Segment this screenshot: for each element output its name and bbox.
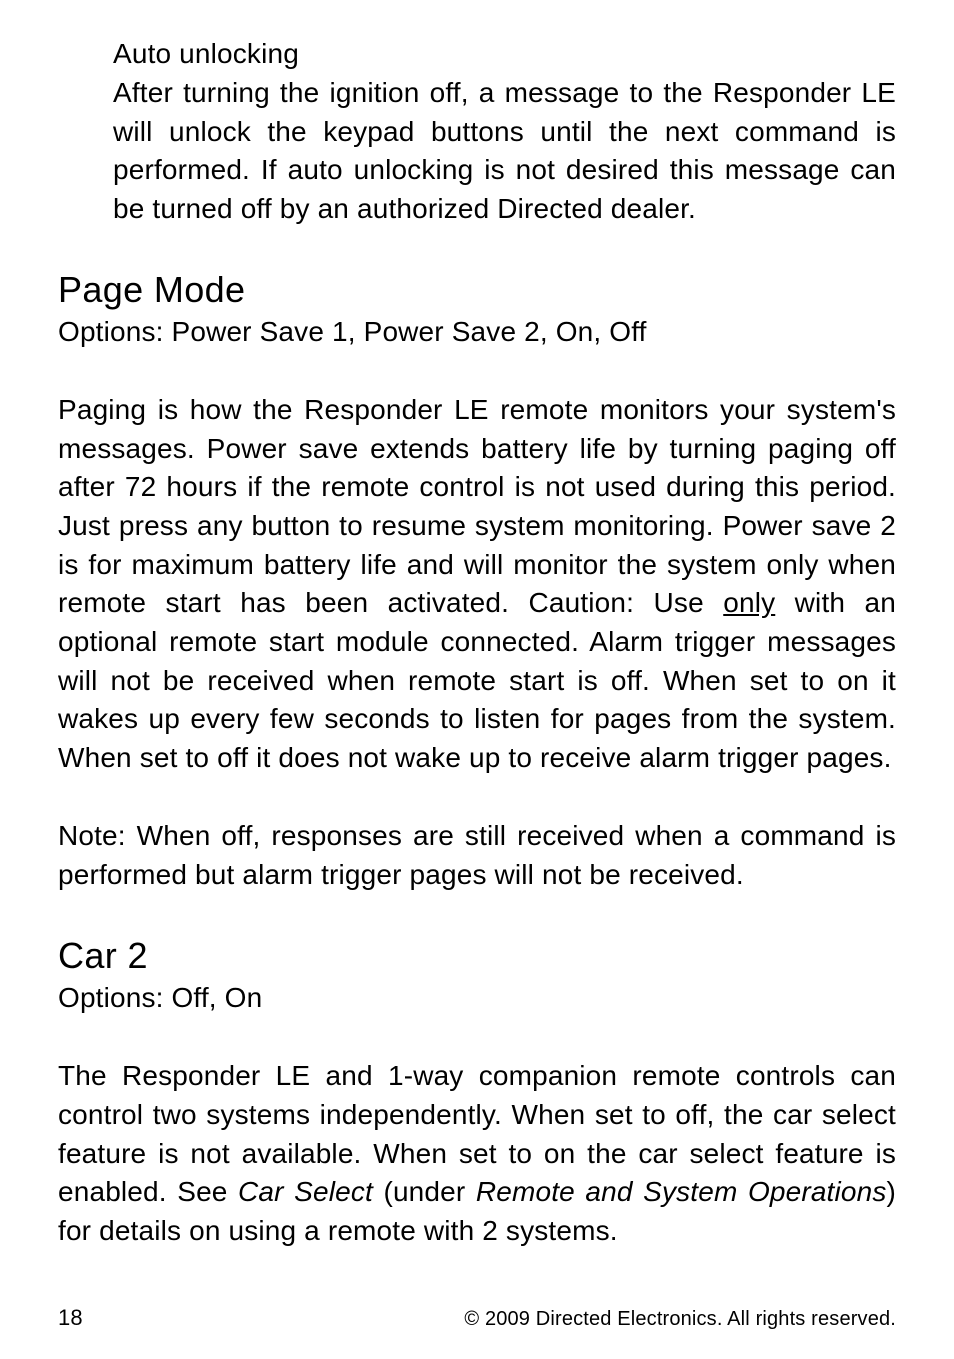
page-mode-note: Note: When off, responses are still rece… (58, 817, 896, 894)
page-number: 18 (58, 1305, 83, 1331)
car2-body-part2: (under (373, 1176, 476, 1207)
page-mode-section: Page Mode Options: Power Save 1, Power S… (58, 269, 896, 895)
copyright-text: © 2009 Directed Electronics. All rights … (464, 1308, 896, 1331)
car-select-italic: Car Select (238, 1176, 373, 1207)
page-mode-body-part1: Paging is how the Responder LE remote mo… (58, 394, 896, 618)
car2-section: Car 2 Options: Off, On The Responder LE … (58, 935, 896, 1251)
page-mode-heading: Page Mode (58, 269, 896, 311)
page-mode-options: Options: Power Save 1, Power Save 2, On,… (58, 313, 896, 352)
auto-unlocking-body: After turning the ignition off, a messag… (113, 74, 896, 229)
caution-label: Caution: (529, 587, 635, 618)
page-footer: 18 © 2009 Directed Electronics. All righ… (58, 1305, 896, 1331)
auto-unlocking-section: Auto unlocking After turning the ignitio… (58, 38, 896, 229)
car2-body: The Responder LE and 1-way companion rem… (58, 1057, 896, 1250)
remote-ops-italic: Remote and System Operations (476, 1176, 887, 1207)
only-underlined: only (723, 587, 775, 618)
page-mode-body-part2: Use (634, 587, 723, 618)
car2-heading: Car 2 (58, 935, 896, 977)
car2-options: Options: Off, On (58, 979, 896, 1018)
page-mode-body: Paging is how the Responder LE remote mo… (58, 391, 896, 777)
auto-unlocking-heading: Auto unlocking (113, 38, 896, 70)
